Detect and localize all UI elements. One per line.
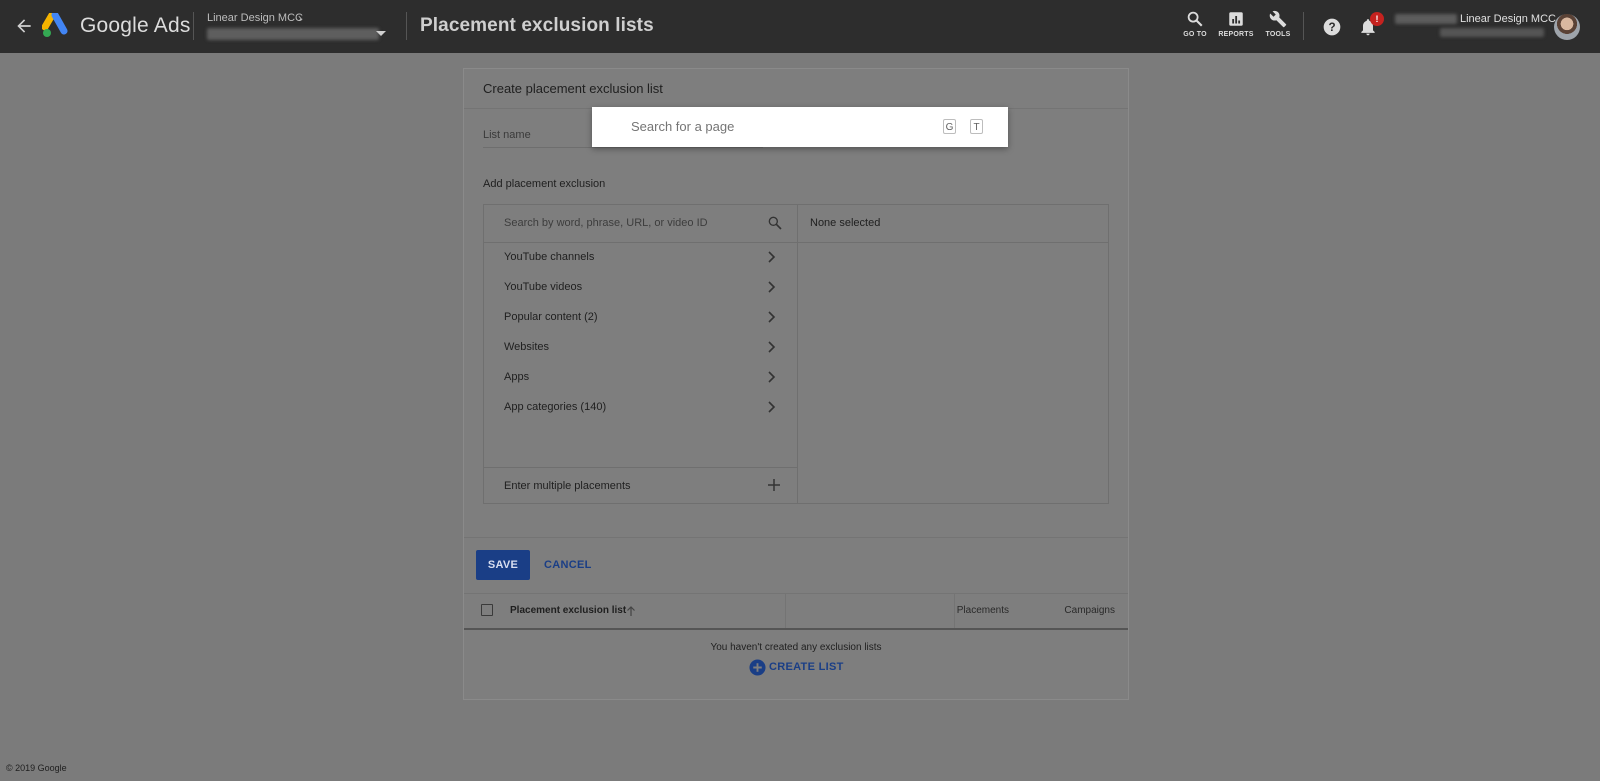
category-label: App categories (140) bbox=[504, 401, 607, 413]
chevron-right-icon bbox=[768, 371, 776, 383]
goto-label: GO TO bbox=[1183, 31, 1207, 38]
shortcut-key-g: G bbox=[943, 119, 956, 134]
category-label: Websites bbox=[504, 341, 550, 353]
select-all-checkbox[interactable] bbox=[481, 604, 493, 616]
category-popular-content[interactable]: Popular content (2) bbox=[484, 303, 797, 333]
placement-search-input[interactable]: Search by word, phrase, URL, or video ID bbox=[484, 205, 797, 243]
selected-status: None selected bbox=[810, 217, 881, 229]
chevron-right-icon bbox=[768, 311, 776, 323]
avatar[interactable] bbox=[1554, 14, 1580, 40]
save-button[interactable]: SAVE bbox=[476, 550, 530, 580]
column-header-campaigns[interactable]: Campaigns bbox=[964, 605, 1115, 616]
category-websites[interactable]: Websites bbox=[484, 333, 797, 363]
exclusion-lists-table-header: Placement exclusion list Placements Camp… bbox=[464, 593, 1128, 630]
top-app-bar: Google Ads Linear Design MCC › Placement… bbox=[0, 0, 1600, 53]
category-youtube-videos[interactable]: YouTube videos bbox=[484, 273, 797, 303]
plus-icon bbox=[768, 479, 780, 491]
chevron-right-icon bbox=[768, 341, 776, 353]
page-search-input[interactable]: Search for a page bbox=[631, 119, 734, 134]
create-exclusion-list-card: Create placement exclusion list List nam… bbox=[463, 68, 1129, 700]
chevron-right-icon bbox=[768, 251, 776, 263]
account-dropdown-icon[interactable] bbox=[376, 31, 386, 36]
wrench-icon bbox=[1269, 10, 1287, 28]
user-email-redacted bbox=[1440, 28, 1544, 37]
category-label: Popular content (2) bbox=[504, 311, 598, 323]
user-account-name: Linear Design MCC bbox=[1460, 13, 1556, 25]
reports-icon bbox=[1229, 12, 1243, 26]
category-youtube-channels[interactable]: YouTube channels bbox=[484, 243, 797, 273]
divider bbox=[464, 537, 1128, 538]
back-arrow-icon[interactable] bbox=[14, 16, 34, 36]
customer-id-redacted bbox=[1395, 14, 1457, 24]
category-label: YouTube videos bbox=[504, 281, 583, 293]
goto-button[interactable]: GO TO bbox=[1175, 10, 1215, 38]
account-id-redacted[interactable] bbox=[207, 28, 379, 40]
svg-text:?: ? bbox=[1328, 21, 1335, 34]
account-name[interactable]: Linear Design MCC bbox=[207, 12, 303, 24]
chevron-right-icon bbox=[768, 401, 776, 413]
header-divider bbox=[193, 12, 194, 40]
notification-badge: ! bbox=[1370, 12, 1384, 26]
picker-left-panel: Search by word, phrase, URL, or video ID… bbox=[484, 205, 798, 503]
shortcut-key-t: T bbox=[970, 119, 983, 134]
enter-multiple-placements-button[interactable]: Enter multiple placements bbox=[484, 467, 797, 504]
list-name-label: List name bbox=[483, 129, 531, 141]
header-divider bbox=[406, 12, 407, 40]
help-icon[interactable]: ? bbox=[1322, 17, 1342, 37]
tools-label: TOOLS bbox=[1265, 31, 1291, 38]
create-list-label: CREATE LIST bbox=[769, 661, 844, 673]
cancel-button[interactable]: CANCEL bbox=[544, 550, 592, 580]
column-divider bbox=[785, 594, 786, 628]
page-title: Placement exclusion lists bbox=[420, 15, 654, 36]
category-label: Apps bbox=[504, 371, 530, 383]
tools-button[interactable]: TOOLS bbox=[1258, 10, 1298, 38]
brand-name: Google Ads bbox=[80, 14, 191, 37]
search-icon bbox=[1187, 11, 1203, 27]
category-app-categories[interactable]: App categories (140) bbox=[484, 393, 797, 423]
google-ads-logo-icon[interactable] bbox=[42, 13, 70, 38]
search-icon[interactable] bbox=[767, 215, 783, 231]
column-header-list[interactable]: Placement exclusion list bbox=[510, 605, 626, 616]
column-divider bbox=[954, 594, 955, 628]
reports-label: REPORTS bbox=[1218, 31, 1254, 38]
placement-picker: Search by word, phrase, URL, or video ID… bbox=[483, 204, 1109, 504]
selected-panel-header: None selected bbox=[797, 205, 1108, 243]
chevron-right-icon bbox=[768, 281, 776, 293]
sort-arrow-up-icon[interactable] bbox=[626, 605, 636, 617]
card-title: Create placement exclusion list bbox=[483, 81, 663, 96]
add-circle-icon bbox=[749, 659, 766, 676]
header-divider bbox=[1303, 12, 1304, 40]
category-apps[interactable]: Apps bbox=[484, 363, 797, 393]
list-name-input[interactable] bbox=[483, 147, 763, 148]
category-label: YouTube channels bbox=[504, 251, 595, 263]
add-placement-label: Add placement exclusion bbox=[483, 178, 606, 190]
copyright-footer: © 2019 Google bbox=[6, 763, 67, 773]
page-search-popup[interactable]: Search for a page G T bbox=[592, 107, 1008, 147]
reports-button[interactable]: REPORTS bbox=[1216, 10, 1256, 38]
search-placeholder: Search by word, phrase, URL, or video ID bbox=[504, 217, 708, 229]
enter-multiple-label: Enter multiple placements bbox=[504, 480, 631, 492]
chevron-right-icon: › bbox=[298, 11, 302, 25]
empty-state-message: You haven't created any exclusion lists bbox=[710, 642, 882, 653]
